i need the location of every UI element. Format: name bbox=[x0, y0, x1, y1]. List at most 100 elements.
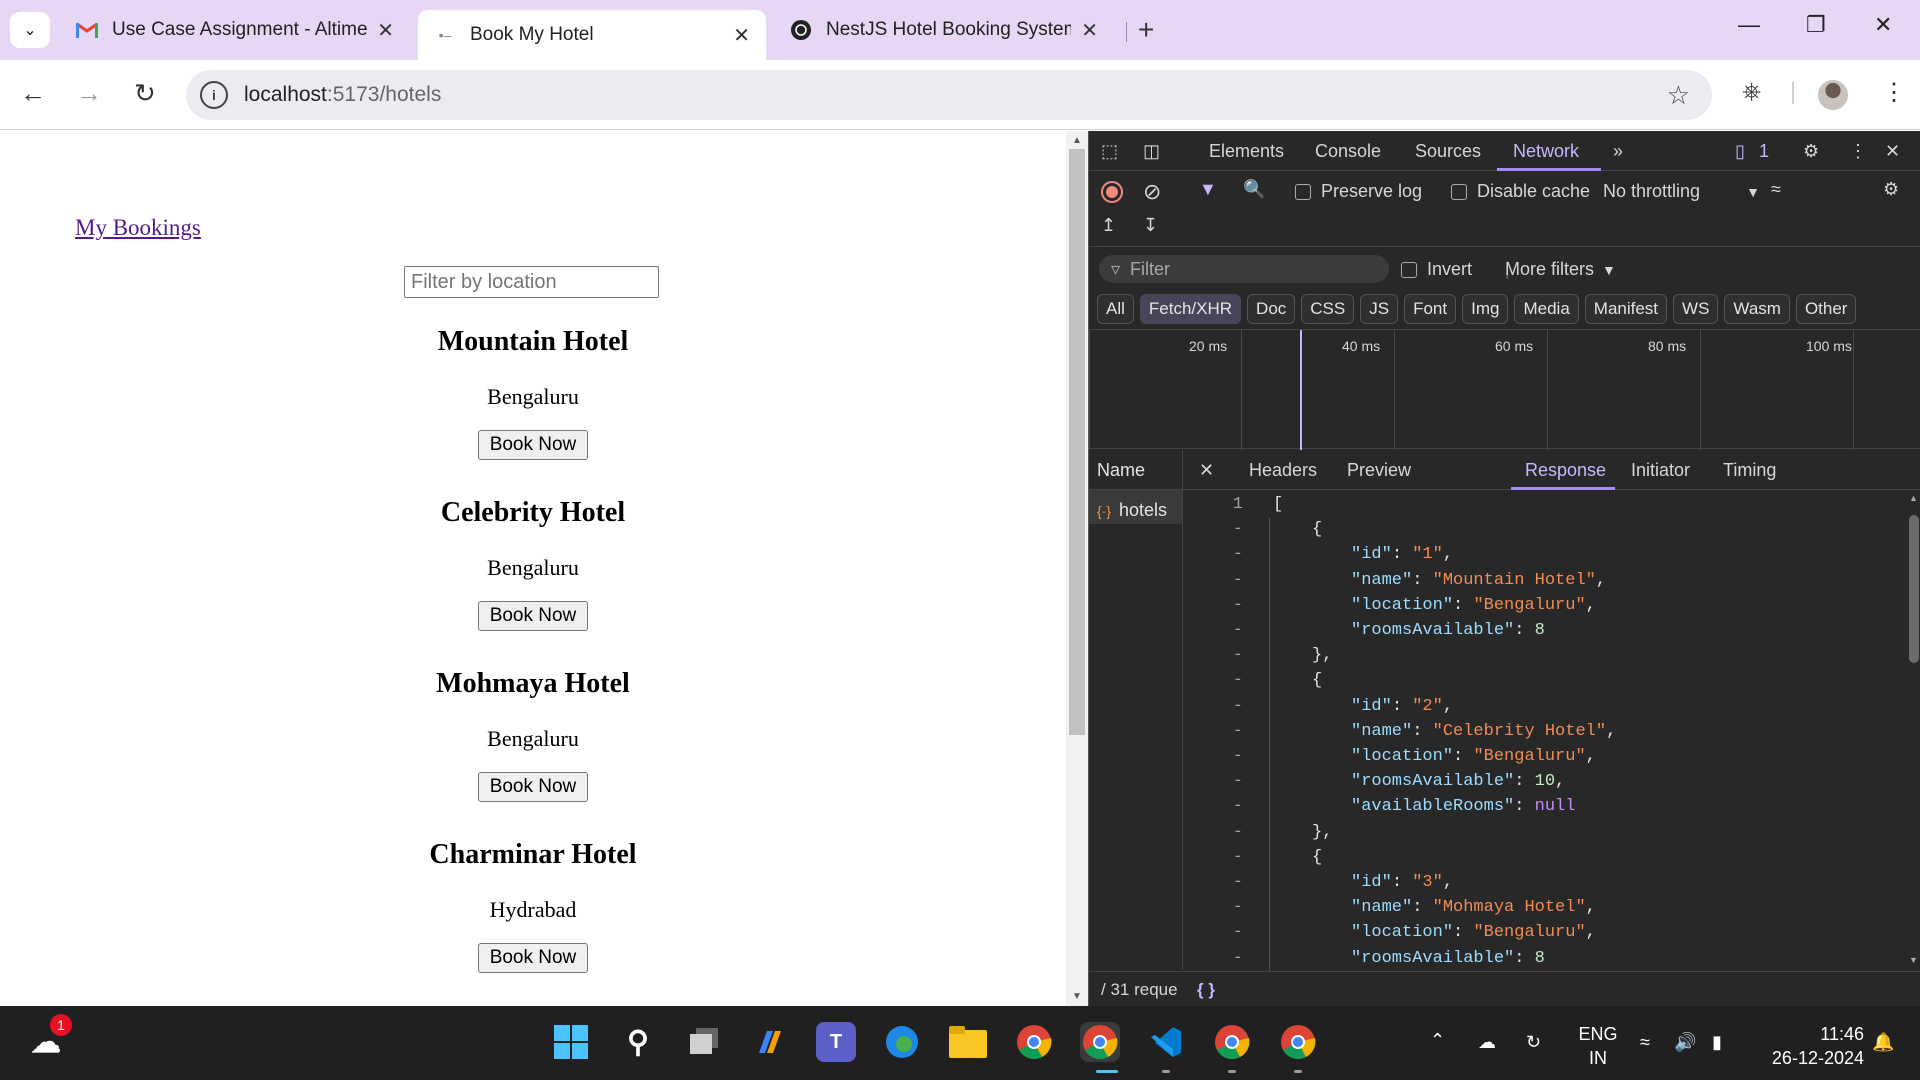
close-tab-icon[interactable]: ✕ bbox=[377, 18, 394, 43]
search-icon[interactable]: ⚲ bbox=[618, 1022, 658, 1062]
filter-chip-manifest[interactable]: Manifest bbox=[1584, 294, 1668, 324]
filter-chip-media[interactable]: Media bbox=[1514, 294, 1579, 324]
back-arrow-icon[interactable]: ← bbox=[20, 78, 46, 109]
clear-icon[interactable]: ⊘ bbox=[1143, 179, 1161, 205]
book-now-button[interactable]: Book Now bbox=[477, 772, 589, 802]
task-view-icon[interactable] bbox=[684, 1022, 724, 1062]
tab-gmail[interactable]: Use Case Assignment - Altimetrik ✕ bbox=[60, 10, 410, 50]
close-tab-icon[interactable]: ✕ bbox=[1081, 18, 1098, 43]
teams-icon[interactable]: T bbox=[816, 1022, 856, 1062]
book-now-button[interactable]: Book Now bbox=[477, 430, 589, 460]
response-body[interactable]: 1[-{- "id": "1", - "name": "Mountain Hotel"… bbox=[1183, 491, 1905, 971]
vscode-icon[interactable] bbox=[1146, 1022, 1186, 1062]
reload-icon[interactable]: ↻ bbox=[134, 78, 156, 109]
tab-headers[interactable]: Headers bbox=[1249, 460, 1317, 481]
sync-icon[interactable]: ↻ bbox=[1526, 1030, 1541, 1054]
file-explorer-icon[interactable] bbox=[948, 1022, 988, 1062]
record-icon[interactable] bbox=[1101, 181, 1123, 203]
filter-chip-css[interactable]: CSS bbox=[1301, 294, 1355, 324]
edge-icon[interactable] bbox=[882, 1022, 922, 1062]
book-now-button[interactable]: Book Now bbox=[477, 601, 589, 631]
more-tabs-icon[interactable]: » bbox=[1613, 141, 1623, 162]
location-filter-input[interactable] bbox=[404, 266, 659, 298]
tab-book-my-hotel[interactable]: •– Book My Hotel ✕ bbox=[418, 10, 766, 60]
scroll-up-icon[interactable]: ▲ bbox=[1072, 135, 1082, 146]
minimize-icon[interactable]: — bbox=[1738, 12, 1760, 38]
tab-timing[interactable]: Timing bbox=[1723, 460, 1776, 481]
device-toolbar-icon[interactable]: ◫ bbox=[1143, 141, 1160, 162]
new-tab-button[interactable]: + bbox=[1138, 14, 1154, 46]
devtools-menu-icon[interactable]: ⋮ bbox=[1849, 141, 1867, 162]
restore-icon[interactable]: ❐ bbox=[1806, 12, 1826, 38]
chrome-icon[interactable] bbox=[1014, 1022, 1054, 1062]
tab-console[interactable]: Console bbox=[1315, 141, 1381, 162]
copilot-icon[interactable] bbox=[750, 1022, 790, 1062]
network-timeline[interactable]: 20 ms 40 ms 60 ms 80 ms 100 ms bbox=[1089, 329, 1920, 450]
disable-cache-checkbox[interactable]: Disable cache bbox=[1451, 181, 1590, 202]
site-info-icon[interactable]: i bbox=[200, 81, 228, 109]
forward-arrow-icon[interactable]: → bbox=[76, 78, 102, 109]
search-icon[interactable]: 🔍 bbox=[1243, 179, 1265, 200]
my-bookings-link[interactable]: My Bookings bbox=[75, 215, 201, 241]
filter-chip-all[interactable]: All bbox=[1097, 294, 1134, 324]
filter-chip-wasm[interactable]: Wasm bbox=[1724, 294, 1790, 324]
wifi-icon[interactable]: ≈ bbox=[1640, 1030, 1650, 1054]
scroll-down-icon[interactable]: ▼ bbox=[1072, 991, 1082, 1002]
response-scrollbar[interactable]: ▲ ▼ bbox=[1905, 491, 1920, 971]
clock[interactable]: 11:46 26-12-2024 bbox=[1744, 1022, 1864, 1070]
kebab-menu-icon[interactable]: ⋮ bbox=[1882, 78, 1906, 107]
language-indicator[interactable]: ENG IN bbox=[1574, 1022, 1622, 1070]
close-window-icon[interactable]: ✕ bbox=[1874, 12, 1892, 38]
page-scrollbar[interactable]: ▲ ▼ bbox=[1066, 131, 1088, 1006]
book-now-button[interactable]: Book Now bbox=[477, 943, 589, 973]
name-column-header[interactable]: Name bbox=[1089, 450, 1182, 490]
filter-funnel-icon[interactable]: ▼ bbox=[1199, 179, 1217, 200]
address-bar[interactable]: i localhost:5173/hotels ☆ bbox=[186, 70, 1712, 120]
profile-avatar[interactable] bbox=[1818, 80, 1848, 110]
tab-sources[interactable]: Sources bbox=[1415, 141, 1481, 162]
chrome-icon-3[interactable] bbox=[1278, 1022, 1318, 1062]
scroll-down-icon[interactable]: ▼ bbox=[1909, 955, 1918, 965]
extensions-icon[interactable]: ⎈ bbox=[1742, 78, 1761, 106]
tab-elements[interactable]: Elements bbox=[1209, 141, 1284, 162]
filter-chip-other[interactable]: Other bbox=[1795, 294, 1857, 324]
chrome-icon-2[interactable] bbox=[1212, 1022, 1252, 1062]
filter-chip-doc[interactable]: Doc bbox=[1247, 294, 1296, 324]
filter-chip-ws[interactable]: WS bbox=[1673, 294, 1719, 324]
chevron-up-icon[interactable]: ⌃ bbox=[1430, 1028, 1445, 1052]
network-settings-icon[interactable]: ⚙ bbox=[1883, 179, 1899, 200]
battery-icon[interactable]: ▮ bbox=[1712, 1030, 1722, 1054]
export-har-icon[interactable]: ↧ bbox=[1143, 215, 1158, 236]
filter-chip-img[interactable]: Img bbox=[1462, 294, 1509, 324]
filter-chip-fetch-xhr[interactable]: Fetch/XHR bbox=[1139, 294, 1242, 324]
request-row[interactable]: {·} hotels bbox=[1089, 490, 1182, 524]
tab-network[interactable]: Network bbox=[1513, 141, 1579, 162]
network-conditions-icon[interactable]: ≈ bbox=[1771, 179, 1781, 200]
tab-initiator[interactable]: Initiator bbox=[1631, 460, 1690, 481]
filter-chip-js[interactable]: JS bbox=[1360, 294, 1399, 324]
tab-nestjs[interactable]: NestJS Hotel Booking System ✕ bbox=[774, 10, 1114, 50]
throttling-select[interactable]: No throttling ▼ bbox=[1603, 181, 1760, 202]
page-scrollbar-thumb[interactable] bbox=[1069, 149, 1085, 735]
notification-bell-icon[interactable]: 🔔 bbox=[1872, 1030, 1894, 1054]
issues-count[interactable]: 1 bbox=[1759, 141, 1769, 162]
network-filter-input[interactable]: ▿ Filter bbox=[1099, 255, 1389, 283]
response-scrollbar-thumb[interactable] bbox=[1909, 515, 1919, 663]
issues-icon[interactable]: ▯ bbox=[1735, 141, 1745, 162]
filter-chip-font[interactable]: Font bbox=[1404, 294, 1457, 324]
pretty-print-button[interactable]: { } bbox=[1197, 980, 1215, 1000]
settings-gear-icon[interactable]: ⚙ bbox=[1803, 141, 1819, 162]
preserve-log-checkbox[interactable]: Preserve log bbox=[1295, 181, 1422, 202]
more-filters-dropdown[interactable]: More filters ▼ bbox=[1505, 259, 1616, 280]
tab-response[interactable]: Response bbox=[1525, 460, 1606, 481]
close-devtools-icon[interactable]: ✕ bbox=[1885, 141, 1900, 162]
close-tab-icon[interactable]: ✕ bbox=[733, 23, 750, 48]
tab-preview[interactable]: Preview bbox=[1347, 460, 1411, 481]
inspect-element-icon[interactable]: ⬚ bbox=[1101, 141, 1118, 162]
onedrive-icon[interactable]: ☁ bbox=[1478, 1030, 1496, 1054]
import-har-icon[interactable]: ↥ bbox=[1101, 215, 1116, 236]
tab-search-button[interactable]: ⌄ bbox=[10, 12, 50, 48]
volume-icon[interactable]: 🔊 bbox=[1674, 1030, 1696, 1054]
close-detail-icon[interactable]: ✕ bbox=[1199, 460, 1214, 481]
scroll-up-icon[interactable]: ▲ bbox=[1909, 493, 1918, 503]
